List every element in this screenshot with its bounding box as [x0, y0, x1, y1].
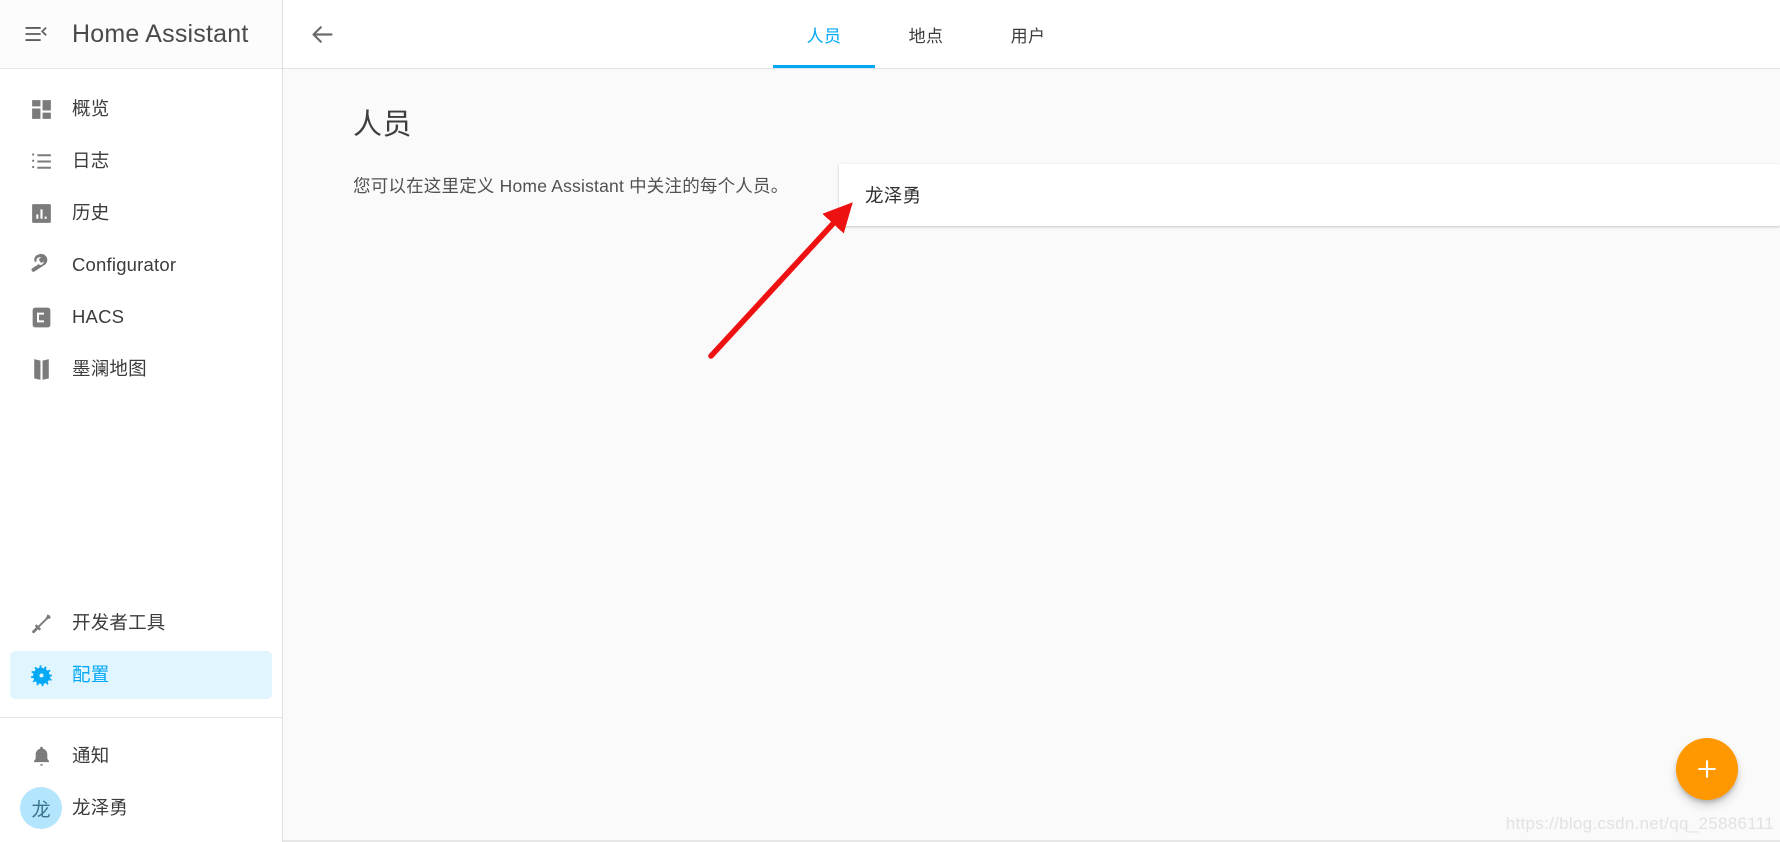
wrench-icon — [10, 253, 72, 278]
watermark-text: https://blog.csdn.net/qq_25886111 — [1505, 814, 1774, 833]
sidebar-item-user-profile[interactable]: 龙 龙泽勇 — [10, 784, 272, 832]
tab-users[interactable]: 用户 — [977, 0, 1079, 68]
sidebar-item-label: 历史 — [72, 201, 110, 223]
sidebar-bottom-nav: 通知 龙 龙泽勇 — [0, 718, 282, 842]
tab-label: 人员 — [806, 26, 842, 46]
sidebar-header: Home Assistant — [0, 0, 282, 69]
sidebar-item-label: 墨澜地图 — [72, 357, 147, 379]
content-panel: 人员 您可以在这里定义 Home Assistant 中关注的每个人员。 龙泽勇 — [283, 69, 1780, 842]
hammer-wrench-icon — [10, 611, 72, 636]
sidebar-item-label: 龙泽勇 — [72, 796, 129, 818]
sidebar-item-label: HACS — [72, 305, 125, 327]
tab-label: 地点 — [908, 26, 944, 46]
sidebar-item-map[interactable]: 墨澜地图 — [10, 345, 272, 393]
arrow-left-icon[interactable] — [283, 0, 361, 68]
sidebar-item-label: 日志 — [72, 149, 110, 171]
sidebar: Home Assistant 概览 日志 历史 Configurator HAC… — [0, 0, 283, 842]
sidebar-item-logbook[interactable]: 日志 — [10, 137, 272, 185]
page-title: 人员 — [353, 109, 413, 141]
map-icon — [10, 357, 72, 382]
page-description: 您可以在这里定义 Home Assistant 中关注的每个人员。 — [353, 176, 789, 196]
sidebar-item-hacs[interactable]: HACS — [10, 293, 272, 341]
main-area: 人员 地点 用户 人员 您可以在这里定义 Home Assistant 中关注的… — [283, 0, 1780, 842]
menu-collapse-icon[interactable] — [0, 0, 72, 69]
sidebar-nav-scroll: 概览 日志 历史 Configurator HACS 墨澜地图 开发者工具 配置… — [0, 69, 282, 842]
bell-icon — [10, 744, 72, 769]
sidebar-item-label: Configurator — [72, 253, 177, 275]
sidebar-secondary-nav: 开发者工具 配置 — [0, 595, 282, 711]
person-card[interactable]: 龙泽勇 — [839, 164, 1780, 226]
hacs-badge-icon — [10, 305, 72, 330]
tab-persons[interactable]: 人员 — [773, 0, 875, 68]
add-person-fab[interactable] — [1676, 738, 1738, 800]
sidebar-item-label: 开发者工具 — [72, 611, 166, 633]
sidebar-primary-nav: 概览 日志 历史 Configurator HACS 墨澜地图 — [0, 69, 282, 397]
person-name: 龙泽勇 — [865, 185, 922, 206]
sidebar-item-label: 概览 — [72, 97, 110, 119]
sidebar-item-configurator[interactable]: Configurator — [10, 241, 272, 289]
sidebar-flex-spacer — [0, 397, 282, 595]
top-toolbar: 人员 地点 用户 — [283, 0, 1780, 69]
sidebar-item-developer-tools[interactable]: 开发者工具 — [10, 599, 272, 647]
list-item[interactable]: 龙泽勇 — [839, 164, 1780, 226]
tab-zones[interactable]: 地点 — [875, 0, 977, 68]
sidebar-item-configuration[interactable]: 配置 — [10, 651, 272, 699]
tab-label: 用户 — [1010, 26, 1046, 46]
avatar-initial: 龙 — [20, 787, 62, 829]
tab-bar: 人员 地点 用户 — [773, 0, 1079, 68]
app-title: Home Assistant — [72, 19, 249, 48]
sidebar-item-label: 通知 — [72, 744, 110, 766]
avatar: 龙 — [10, 787, 72, 829]
chart-box-icon — [10, 201, 72, 226]
plus-icon — [1698, 760, 1716, 778]
home-assistant-window: Home Assistant 概览 日志 历史 Configurator HAC… — [0, 0, 1780, 842]
sidebar-item-overview[interactable]: 概览 — [10, 85, 272, 133]
sidebar-item-notifications[interactable]: 通知 — [10, 732, 272, 780]
sidebar-item-label: 配置 — [72, 663, 110, 685]
format-list-bulleted-icon — [10, 149, 72, 174]
sidebar-item-history[interactable]: 历史 — [10, 189, 272, 237]
view-dashboard-icon — [10, 97, 72, 122]
cog-icon — [10, 662, 72, 689]
